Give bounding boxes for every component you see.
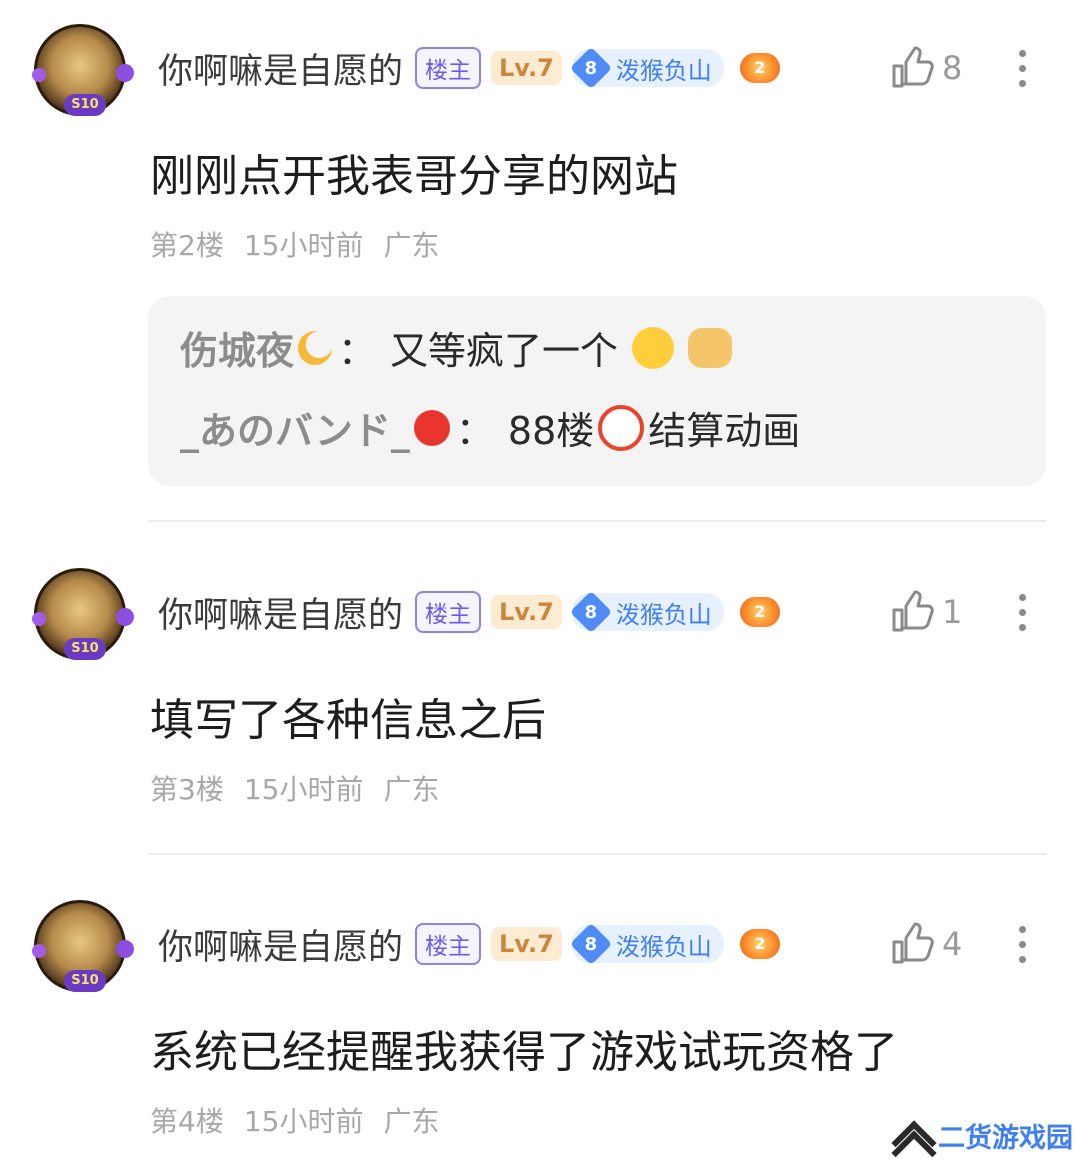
thumbs-up-icon: [892, 590, 934, 632]
apple-icon: [413, 409, 450, 446]
avatar-decoration: [116, 64, 134, 82]
owner-tag: 楼主: [415, 47, 482, 89]
floor-number: 第3楼: [150, 773, 224, 806]
avatar-badge: S10: [64, 638, 106, 660]
level-badge: Lv.7: [491, 927, 562, 961]
reply-item[interactable]: _あのバンド_： 88楼 结算动画: [180, 400, 800, 455]
reply-box[interactable]: 伤城夜：又等疯了一个 _あのバンド_： 88楼 结算动画: [148, 296, 1046, 486]
watermark: 二货游戏园: [891, 1116, 1073, 1175]
comment-meta: 第3楼 15小时前 广东: [150, 768, 459, 808]
reply-item[interactable]: 伤城夜：又等疯了一个: [180, 320, 733, 375]
avatar-decoration: [116, 940, 134, 958]
comment-text: 刚刚点开我表哥分享的网站: [150, 151, 678, 202]
thumbs-up-icon: [892, 46, 934, 88]
comment-text: 填写了各种信息之后: [150, 695, 546, 746]
fan-badge[interactable]: 8 泼猴负山: [569, 46, 724, 90]
comment-meta: 第4楼 15小时前 广东: [150, 1100, 459, 1140]
divider: [148, 520, 1046, 522]
like-count: 1: [942, 593, 963, 631]
moon-icon: [298, 330, 333, 365]
avatar-decoration: [32, 612, 46, 626]
location: 广东: [383, 1105, 440, 1138]
gamepad-icon: 2: [739, 53, 780, 83]
avatar-badge: S10: [64, 970, 106, 992]
comment-meta: 第2楼 15小时前 广东: [150, 224, 459, 264]
fan-badge[interactable]: 8 泼猴负山: [569, 590, 724, 634]
avatar-badge: S10: [64, 94, 106, 116]
comment-text: 系统已经提醒我获得了游戏试玩资格了: [150, 1027, 898, 1078]
diamond-icon: 8: [569, 46, 613, 90]
watermark-text: 二货游戏园: [938, 1123, 1073, 1154]
like-button[interactable]: 4: [890, 914, 962, 974]
username[interactable]: 你啊嘛是自愿的: [158, 919, 403, 970]
timestamp: 15小时前: [243, 1105, 364, 1138]
timestamp: 15小时前: [243, 229, 364, 262]
owner-tag: 楼主: [415, 923, 482, 965]
location: 广东: [383, 773, 440, 806]
reply-text: 又等疯了一个: [390, 329, 619, 373]
like-button[interactable]: 8: [890, 38, 962, 98]
avatar-decoration: [116, 608, 134, 626]
clown-emoji-icon: [598, 404, 645, 451]
level-badge: Lv.7: [491, 51, 562, 85]
more-vertical-icon[interactable]: [1010, 38, 1034, 98]
more-vertical-icon[interactable]: [1010, 914, 1034, 974]
like-count: 4: [942, 925, 963, 963]
gamepad-icon: 2: [739, 597, 780, 627]
reply-author[interactable]: 伤城夜: [180, 320, 294, 375]
avatar-decoration: [32, 944, 46, 958]
divider: [148, 853, 1046, 855]
floor-number: 第2楼: [150, 229, 224, 262]
avatar[interactable]: S10: [32, 24, 134, 116]
timestamp: 15小时前: [243, 773, 364, 806]
like-button[interactable]: 1: [890, 582, 962, 642]
owner-tag: 楼主: [415, 591, 482, 633]
username[interactable]: 你啊嘛是自愿的: [158, 43, 403, 94]
smile-emoji-icon: [632, 326, 675, 369]
fan-badge-name: 泼猴负山: [615, 932, 712, 961]
avatar-decoration: [32, 68, 46, 82]
dog-emoji-icon: [688, 327, 733, 368]
like-count: 8: [942, 49, 963, 87]
location: 广东: [383, 229, 440, 262]
fan-badge[interactable]: 8 泼猴负山: [569, 922, 724, 966]
level-badge: Lv.7: [491, 595, 562, 629]
reply-text: 88楼: [507, 409, 595, 453]
watermark-logo-icon: [891, 1119, 937, 1175]
username[interactable]: 你啊嘛是自愿的: [158, 587, 403, 638]
more-vertical-icon[interactable]: [1010, 582, 1034, 642]
fan-badge-name: 泼猴负山: [615, 600, 712, 629]
avatar[interactable]: S10: [32, 568, 134, 660]
gamepad-icon: 2: [739, 929, 780, 959]
thumbs-up-icon: [892, 922, 934, 964]
diamond-icon: 8: [569, 590, 613, 634]
avatar[interactable]: S10: [32, 900, 134, 992]
reply-text: 结算动画: [648, 409, 801, 453]
floor-number: 第4楼: [150, 1105, 224, 1138]
reply-author[interactable]: _あのバンド_: [180, 400, 410, 455]
diamond-icon: 8: [569, 922, 613, 966]
fan-badge-name: 泼猴负山: [615, 56, 712, 85]
